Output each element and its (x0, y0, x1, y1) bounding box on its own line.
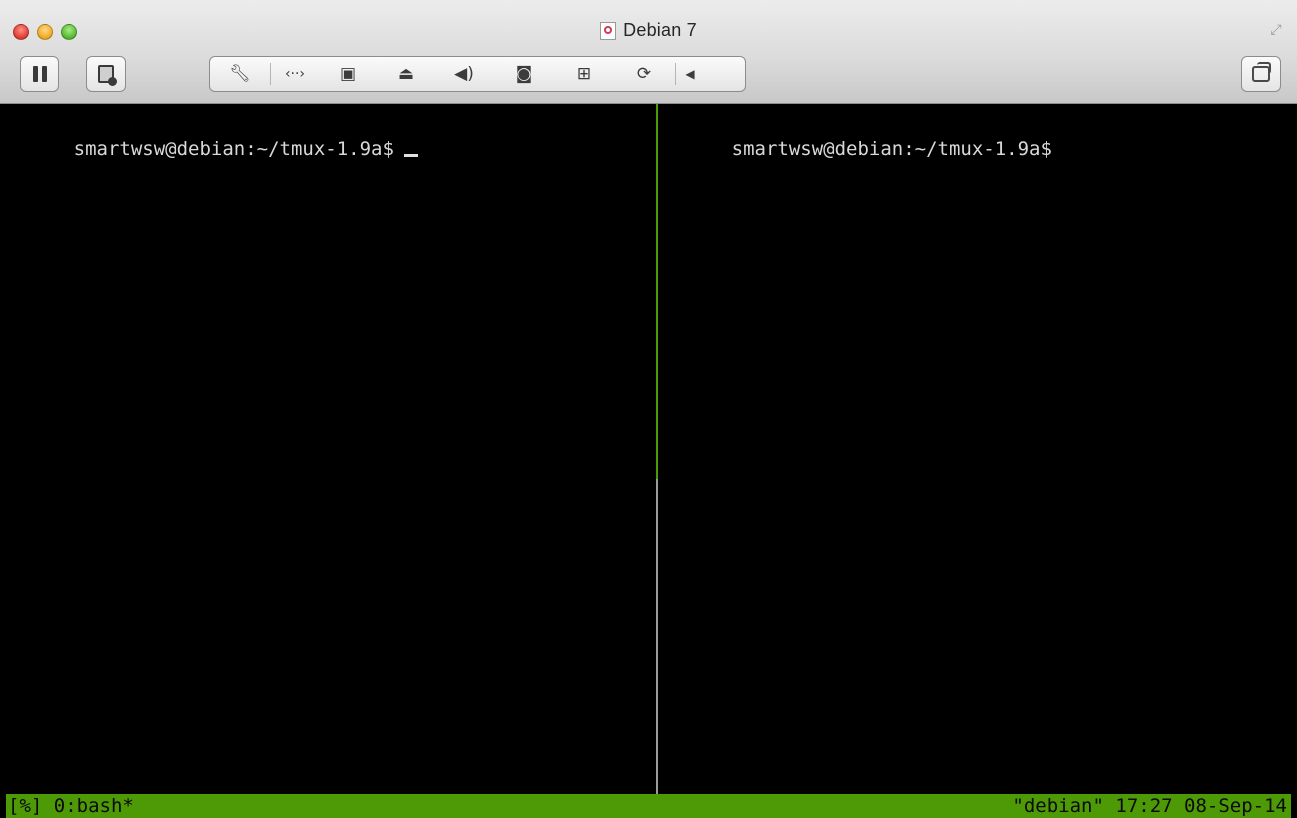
pane-divider-active[interactable] (656, 104, 658, 479)
terminal-line: smartwsw@debian:~/tmux-1.9a$ (732, 128, 1052, 161)
unity-window-button[interactable] (1241, 56, 1281, 92)
window-title: Debian 7 (623, 20, 697, 40)
snapshot-button[interactable] (86, 56, 126, 92)
hard-disk-icon[interactable]: ▣ (319, 57, 377, 91)
session-indicator: [%] (8, 795, 43, 817)
status-left: [%] 0:bash* (8, 794, 134, 818)
optical-drive-icon[interactable]: ⏏ (377, 57, 435, 91)
status-right: "debian" 17:27 08-Sep-14 (1012, 794, 1287, 818)
network-icon[interactable]: ‹··› (271, 57, 319, 91)
unity-window-icon (1252, 62, 1271, 82)
device-toolbar: 🔧︎ ‹··› ▣ ⏏ ◀) ◙ ⊞ ⟳ ◀ (209, 56, 746, 92)
pause-button[interactable] (20, 56, 59, 92)
window-titlebar: Debian 7 ⤢ 🔧︎ ‹··› ▣ ⏏ ◀) ◙ ⊞ ⟳ ◀ (0, 0, 1297, 104)
terminal-area[interactable]: smartwsw@debian:~/tmux-1.9a$ smartwsw@de… (0, 104, 1297, 818)
shell-prompt: smartwsw@debian:~/tmux-1.9a$ (73, 138, 394, 160)
pane-divider[interactable] (656, 479, 658, 794)
vm-document-icon (600, 21, 617, 40)
status-hostname: "debian" (1012, 795, 1104, 817)
text-cursor (403, 154, 418, 157)
pause-icon (32, 66, 47, 82)
vm-window: Debian 7 ⤢ 🔧︎ ‹··› ▣ ⏏ ◀) ◙ ⊞ ⟳ ◀ smartw… (0, 0, 1297, 818)
status-date: 08-Sep-14 (1184, 795, 1287, 817)
window-list-item[interactable]: 0:bash* (54, 795, 134, 817)
tmux-pane-right[interactable]: smartwsw@debian:~/tmux-1.9a$ (663, 104, 1293, 794)
fullscreen-icon[interactable]: ⤢ (1267, 20, 1285, 38)
collapse-arrow-icon[interactable]: ◀ (676, 57, 704, 91)
tmux-status-bar: [%] 0:bash* "debian" 17:27 08-Sep-14 (6, 794, 1291, 818)
camera-icon[interactable]: ◙ (493, 57, 555, 91)
usb-icon[interactable]: ⊞ (555, 57, 613, 91)
window-title-area: Debian 7 (0, 20, 1297, 41)
wrench-icon[interactable]: 🔧︎ (210, 57, 270, 91)
shell-prompt: smartwsw@debian:~/tmux-1.9a$ (731, 138, 1052, 160)
sound-icon[interactable]: ◀) (435, 57, 493, 91)
shared-folders-icon[interactable]: ⟳ (613, 57, 675, 91)
snapshot-icon (98, 65, 117, 86)
terminal-line: smartwsw@debian:~/tmux-1.9a$ (74, 128, 418, 161)
status-time: 17:27 (1115, 795, 1173, 817)
tmux-pane-left[interactable]: smartwsw@debian:~/tmux-1.9a$ (5, 104, 655, 794)
